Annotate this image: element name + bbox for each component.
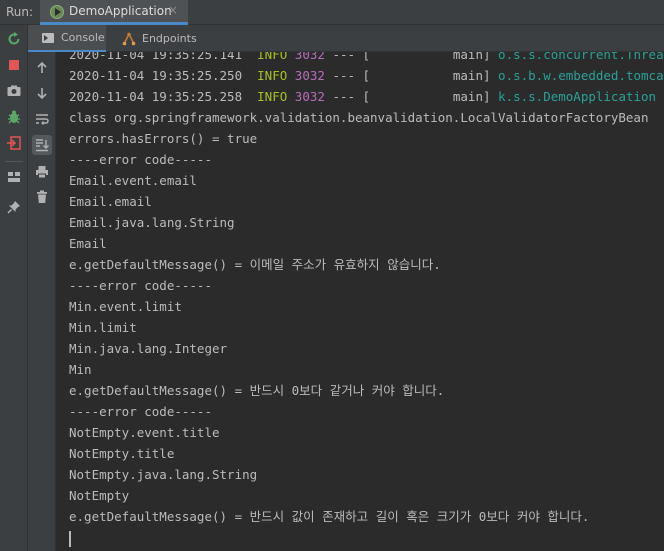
output-line: Email.email — [69, 194, 152, 209]
debug-button[interactable] — [4, 107, 24, 127]
output-line: ----error code----- — [69, 152, 212, 167]
log-line: 2020-11-04 19:35:25.141 INFO 3032 --- [ … — [69, 52, 664, 62]
output-line: Min.limit — [69, 320, 137, 335]
debug-bug-icon — [8, 110, 20, 124]
close-icon[interactable]: × — [168, 3, 178, 17]
console-lines: 2020-11-04 19:35:25.141 INFO 3032 --- [ … — [69, 52, 664, 548]
print-icon — [36, 166, 48, 179]
tab-console[interactable]: Console — [28, 25, 106, 52]
text-caret — [69, 530, 71, 547]
thread-dump-button[interactable] — [4, 81, 24, 101]
trash-icon — [37, 190, 47, 203]
console-icon — [42, 32, 54, 43]
stop-icon — [9, 60, 19, 70]
scroll-to-end-icon — [36, 139, 49, 152]
down-arrow-icon — [37, 88, 47, 100]
output-line: NotEmpty.java.lang.String — [69, 467, 258, 482]
spring-run-icon — [50, 5, 64, 19]
pin-icon — [7, 201, 20, 214]
up-arrow-icon — [37, 61, 47, 73]
output-line: ----error code----- — [69, 278, 212, 293]
clear-all-button[interactable] — [32, 187, 52, 207]
console-toolbar — [28, 52, 56, 551]
exit-button[interactable] — [4, 133, 24, 153]
run-label: Run: — [6, 5, 34, 19]
rerun-button[interactable] — [4, 29, 24, 49]
output-line: NotEmpty.event.title — [69, 425, 220, 440]
run-tool-window-header: Run: DemoApplication × — [0, 0, 664, 25]
run-left-toolbar — [0, 25, 28, 551]
layout-button[interactable] — [4, 167, 24, 187]
console-output[interactable]: 2020-11-04 19:35:25.141 INFO 3032 --- [ … — [57, 52, 664, 551]
print-button[interactable] — [32, 162, 52, 182]
toolbar-separator — [5, 161, 23, 162]
output-line: errors.hasErrors() = true — [69, 131, 258, 146]
output-line: Email.event.email — [69, 173, 197, 188]
input-line[interactable] — [69, 527, 664, 548]
stop-button[interactable] — [4, 55, 24, 75]
run-subtabs: Console Endpoints — [28, 25, 664, 52]
next-occurrence-button[interactable] — [32, 83, 52, 103]
output-line: NotEmpty — [69, 488, 130, 503]
log-line: 2020-11-04 19:35:25.250 INFO 3032 --- [ … — [69, 68, 664, 83]
output-line: e.getDefaultMessage() = 반드시 값이 존재하고 길이 혹… — [69, 509, 590, 524]
soft-wrap-icon — [36, 114, 49, 125]
run-tab-title: DemoApplication — [69, 4, 172, 18]
endpoints-icon — [122, 31, 136, 45]
camera-icon — [7, 85, 21, 96]
tab-endpoints-label: Endpoints — [142, 32, 197, 45]
log-line: 2020-11-04 19:35:25.258 INFO 3032 --- [ … — [69, 89, 657, 104]
output-line: e.getDefaultMessage() = 반드시 0보다 같거나 커야 합… — [69, 383, 445, 398]
output-line: Min.java.lang.Integer — [69, 341, 228, 356]
scroll-to-end-button[interactable] — [32, 135, 52, 155]
output-line: ----error code----- — [69, 404, 212, 419]
layout-icon — [8, 172, 20, 182]
rerun-icon — [8, 32, 20, 45]
soft-wrap-button[interactable] — [32, 109, 52, 129]
output-line: Min.event.limit — [69, 299, 182, 314]
output-line: class org.springframework.validation.bea… — [69, 110, 649, 125]
pin-tab-button[interactable] — [4, 197, 24, 217]
output-line: NotEmpty.title — [69, 446, 175, 461]
run-tab-demo-application[interactable]: DemoApplication × — [40, 0, 188, 25]
output-line: Email — [69, 236, 107, 251]
output-line: Min — [69, 362, 92, 377]
tab-console-label: Console — [61, 31, 105, 44]
exit-icon — [7, 136, 21, 150]
output-line: Email.java.lang.String — [69, 215, 235, 230]
previous-occurrence-button[interactable] — [32, 58, 52, 78]
output-line: e.getDefaultMessage() = 이메일 주소가 유효하지 않습니… — [69, 257, 441, 272]
tab-endpoints[interactable]: Endpoints — [114, 25, 214, 52]
